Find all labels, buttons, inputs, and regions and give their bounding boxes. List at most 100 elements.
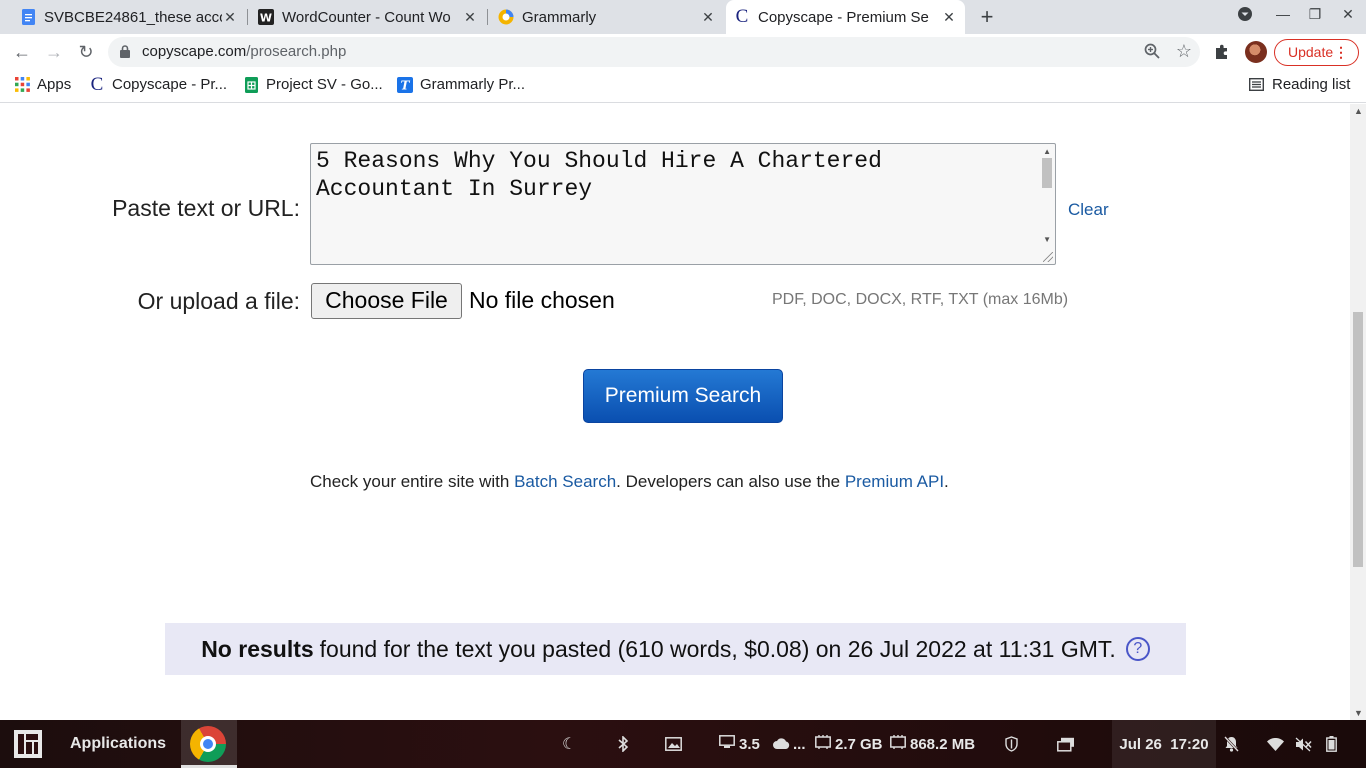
resize-handle[interactable] (1043, 252, 1053, 262)
tab-divider (487, 9, 488, 25)
choose-file-button[interactable]: Choose File (311, 283, 462, 319)
browser-toolbar: ← → ↻ copyscape.com/prosearch.php ☆ Upda… (0, 34, 1366, 70)
result-status: No results (201, 635, 314, 662)
battery-icon[interactable] (1326, 720, 1337, 768)
reading-list-label: Reading list (1272, 76, 1351, 93)
docs-icon (20, 9, 36, 25)
reload-icon[interactable]: ↻ (74, 41, 98, 63)
reading-list-button[interactable]: Reading list (1249, 76, 1350, 93)
update-button[interactable]: Update ⋮ (1274, 39, 1359, 66)
tab-title: WordCounter - Count Wo (282, 8, 451, 26)
clear-link[interactable]: Clear (1068, 200, 1109, 220)
cloud-icon (773, 736, 790, 753)
tab-wordcounter[interactable]: W WordCounter - Count Wo ✕ (250, 0, 486, 34)
help-icon[interactable]: ? (1125, 637, 1150, 661)
menu-icon: ⋮ (1334, 44, 1348, 60)
tab-title: SVBCBE24861_these acco (44, 8, 222, 26)
cpu-value: 3.5 (739, 735, 760, 753)
menu-logo-icon[interactable] (14, 720, 42, 768)
bookmark-label: Grammarly Pr... (420, 76, 526, 93)
monitor-icon (719, 735, 735, 753)
tab-copyscape[interactable]: C Copyscape - Premium Se ✕ (726, 0, 965, 34)
lock-icon (120, 45, 130, 58)
night-mode-icon[interactable]: ☾ (562, 720, 576, 768)
back-icon[interactable]: ← (10, 41, 34, 63)
memory-value: 868.2 MB (910, 735, 976, 753)
memory-monitor[interactable]: 868.2 MB (890, 720, 975, 768)
scroll-down-icon[interactable]: ▼ (1354, 708, 1363, 718)
close-icon[interactable]: ✕ (222, 9, 238, 26)
profile-avatar[interactable] (1245, 41, 1267, 63)
file-formats-hint: PDF, DOC, DOCX, RTF, TXT (max 16Mb) (772, 291, 1069, 308)
tab-title: Grammarly (522, 8, 597, 26)
premium-search-button[interactable]: Premium Search (583, 369, 783, 423)
bookmark-grammarly[interactable]: T Grammarly Pr... (397, 76, 525, 93)
cpu-monitor[interactable]: 3.5 (719, 720, 760, 768)
extensions-icon[interactable] (1213, 43, 1231, 66)
clock[interactable]: Jul 26 17:20 (1112, 720, 1216, 768)
address-bar[interactable]: copyscape.com/prosearch.php ☆ (108, 37, 1200, 67)
time-text: 17:20 (1170, 735, 1209, 753)
shield-icon[interactable] (1005, 720, 1018, 768)
tab-docs[interactable]: SVBCBE24861_these acco ✕ (12, 0, 246, 34)
premium-api-link[interactable]: Premium API (845, 472, 944, 491)
upload-label: Or upload a file: (137, 288, 300, 314)
sheets-icon (243, 76, 259, 93)
scroll-up-icon[interactable]: ▲ (1354, 106, 1363, 116)
image-icon[interactable] (665, 720, 682, 768)
memory-icon (890, 735, 906, 753)
new-tab-button[interactable]: + (976, 5, 998, 29)
batch-search-info: Check your entire site with Batch Search… (310, 472, 949, 491)
textarea-value: 5 Reasons Why You Should Hire A Chartere… (316, 148, 896, 202)
bookmark-project-sv[interactable]: Project SV - Go... (243, 76, 383, 93)
page-scrollbar[interactable]: ▲ ▼ (1350, 104, 1366, 720)
cloud-value: ... (793, 735, 806, 753)
scroll-down-icon[interactable]: ▼ (1043, 235, 1051, 244)
close-icon[interactable]: ✕ (941, 9, 957, 26)
bookmark-label: Project SV - Go... (266, 76, 383, 93)
notifications-off-icon[interactable] (1224, 720, 1239, 768)
minimize-icon[interactable]: — (1273, 6, 1293, 22)
batch-search-link[interactable]: Batch Search (514, 472, 616, 491)
bookmarks-bar: Apps C Copyscape - Pr... Project SV - Go… (0, 70, 1366, 103)
copyscape-icon: C (735, 6, 749, 27)
scroll-up-icon[interactable]: ▲ (1043, 147, 1051, 156)
grammarly-icon (498, 9, 514, 25)
tab-divider (247, 9, 248, 25)
tab-title: Copyscape - Premium Se (758, 8, 929, 26)
page-scroll-thumb[interactable] (1353, 312, 1363, 567)
disk-monitor[interactable]: 2.7 GB (815, 720, 883, 768)
wifi-icon[interactable] (1267, 720, 1284, 768)
tab-search-icon[interactable] (1235, 6, 1255, 25)
tab-strip: SVBCBE24861_these acco ✕ W WordCounter -… (0, 0, 1366, 34)
zoom-icon[interactable] (1144, 43, 1160, 64)
forward-icon[interactable]: → (42, 41, 66, 63)
bluetooth-icon[interactable] (617, 720, 629, 768)
tab-grammarly[interactable]: Grammarly ✕ (490, 0, 724, 34)
disk-value: 2.7 GB (835, 735, 883, 753)
bookmark-star-icon[interactable]: ☆ (1176, 41, 1192, 62)
chrome-taskbar-button[interactable] (181, 720, 237, 768)
result-banner: No results found for the text you pasted… (165, 623, 1186, 675)
window-close-icon[interactable]: ✕ (1338, 6, 1358, 23)
close-icon[interactable]: ✕ (700, 9, 716, 26)
paste-textarea[interactable]: 5 Reasons Why You Should Hire A Chartere… (310, 143, 1056, 265)
taskbar: Applications ☾ 3.5 ... 2.7 GB 868.2 MB J… (0, 720, 1366, 768)
svg-text:T: T (401, 78, 411, 92)
close-icon[interactable]: ✕ (462, 9, 478, 26)
result-text: found for the text you pasted (610 words… (319, 635, 1116, 662)
cloud-monitor[interactable]: ... (773, 720, 806, 768)
applications-menu[interactable]: Applications (70, 720, 166, 768)
bookmark-copyscape[interactable]: C Copyscape - Pr... (89, 74, 227, 95)
wordcounter-icon: W (258, 9, 274, 25)
windows-switcher-icon[interactable] (1057, 720, 1075, 768)
grammarly-icon: T (397, 76, 413, 93)
apps-grid-icon (14, 77, 30, 93)
date-text: Jul 26 (1119, 735, 1162, 753)
volume-muted-icon[interactable] (1295, 720, 1312, 768)
restore-icon[interactable]: ❐ (1305, 6, 1325, 23)
bookmark-apps[interactable]: Apps (14, 76, 71, 93)
disk-icon (815, 735, 831, 753)
svg-text:W: W (260, 12, 272, 25)
textarea-scroll-thumb[interactable] (1042, 158, 1052, 188)
